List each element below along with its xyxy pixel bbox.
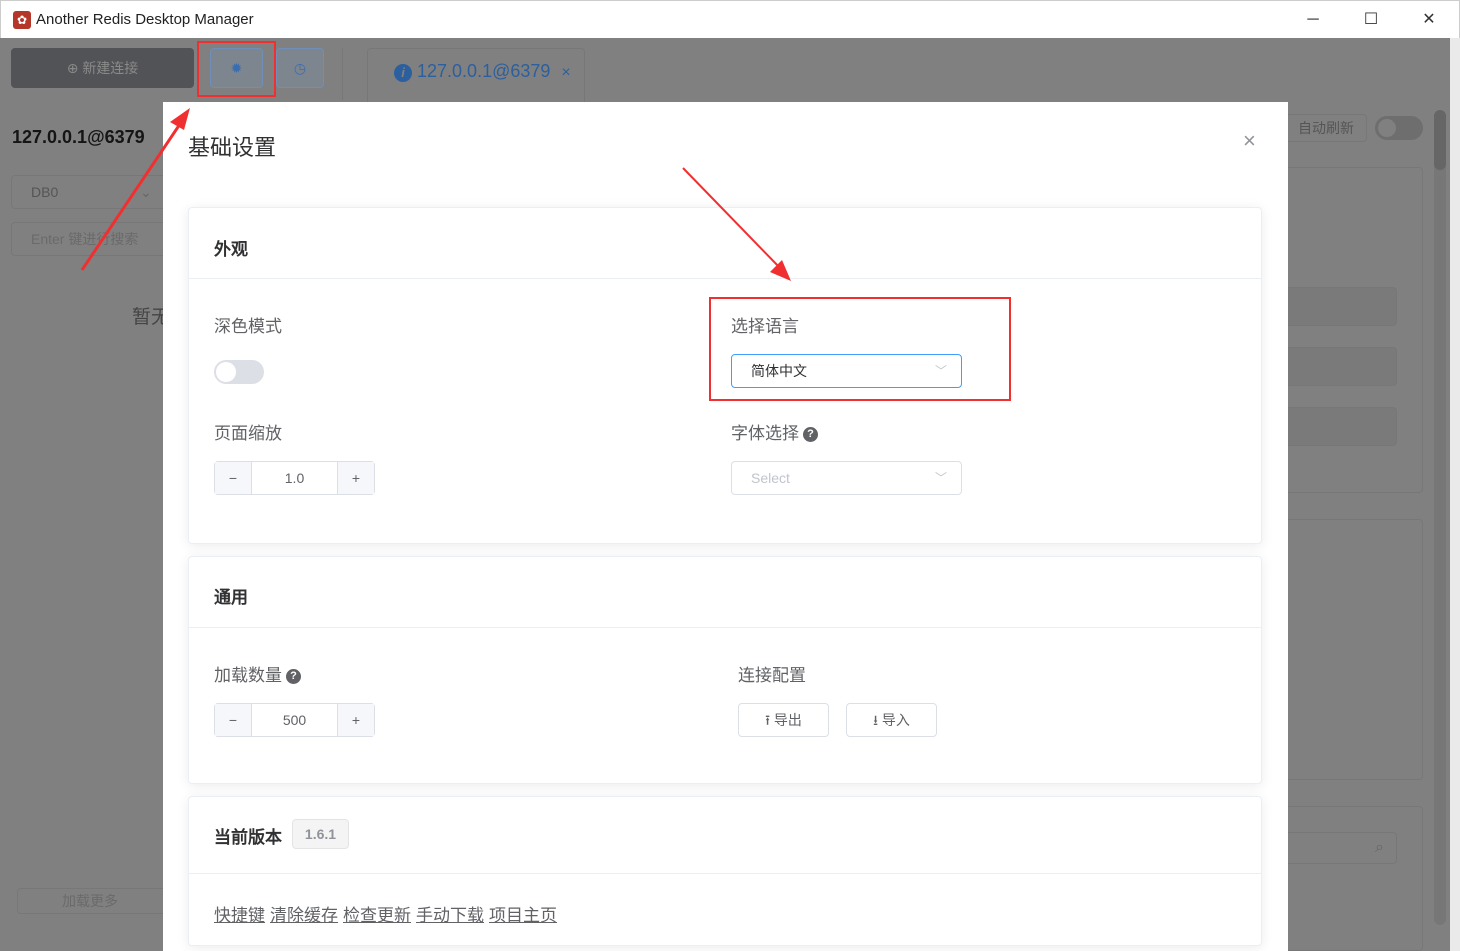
annotation-arrow: [80, 117, 186, 271]
annotation-arrow: [682, 167, 783, 271]
arrowhead-icon: [770, 260, 791, 281]
annotation-arrows: [80, 108, 791, 281]
arrowhead-icon: [170, 108, 190, 130]
